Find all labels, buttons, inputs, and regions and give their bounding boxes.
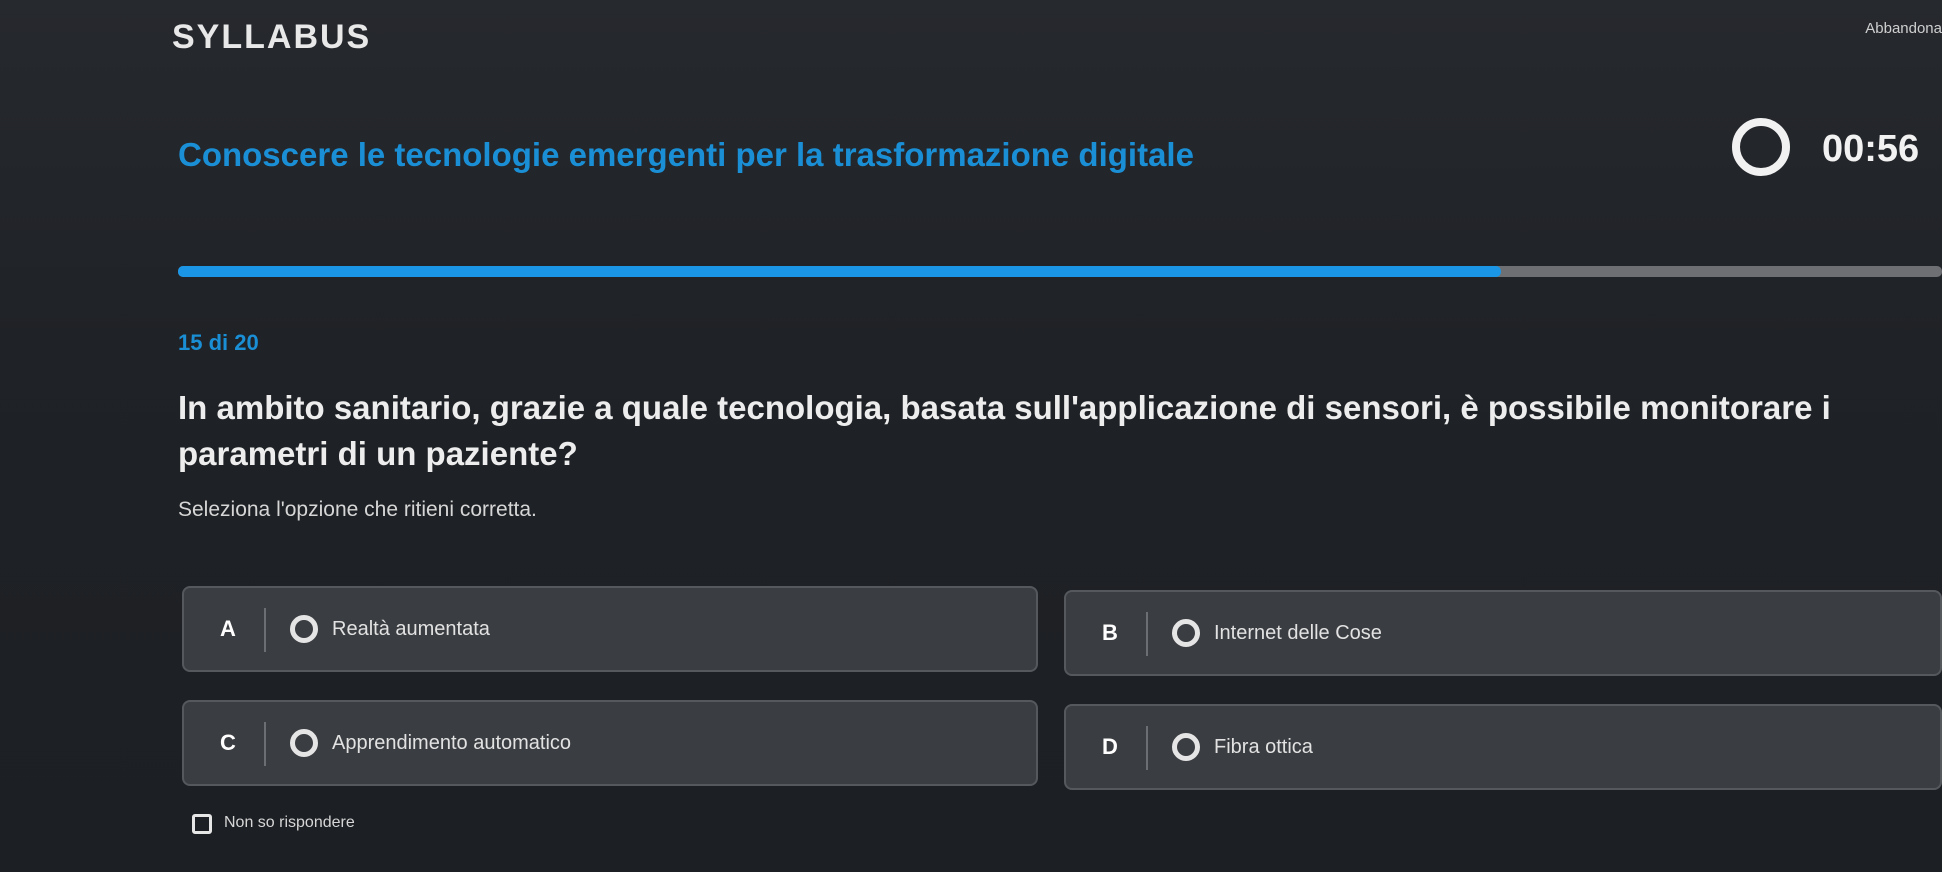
option-c[interactable]: C Apprendimento automatico	[182, 700, 1038, 786]
course-title: Conoscere le tecnologie emergenti per la…	[178, 136, 1194, 173]
option-label: Realtà aumentata	[332, 618, 490, 640]
timer-value: 00:56	[1822, 128, 1920, 170]
abandon-link[interactable]: Abbandona	[1865, 20, 1942, 37]
option-d[interactable]: D Fibra ottica	[1064, 704, 1942, 790]
option-divider	[264, 722, 266, 766]
question-instruction: Seleziona l'opzione che ritieni corretta…	[178, 498, 537, 521]
checkbox-icon[interactable]	[192, 814, 212, 834]
option-divider	[1146, 726, 1148, 770]
option-label: Internet delle Cose	[1214, 622, 1382, 644]
option-a[interactable]: A Realtà aumentata	[182, 586, 1038, 672]
question-text: In ambito sanitario, grazie a quale tecn…	[178, 389, 1831, 472]
option-letter: B	[1102, 620, 1118, 645]
progress-bar	[178, 266, 1942, 277]
radio-icon[interactable]	[290, 615, 318, 643]
option-divider	[1146, 612, 1148, 656]
radio-icon[interactable]	[1172, 733, 1200, 761]
option-label: Apprendimento automatico	[332, 732, 572, 754]
option-b[interactable]: B Internet delle Cose	[1064, 590, 1942, 676]
option-letter: C	[220, 730, 236, 755]
option-divider	[264, 608, 266, 652]
radio-icon[interactable]	[1172, 619, 1200, 647]
option-letter: D	[1102, 734, 1118, 759]
question-counter: 15 di 20	[178, 330, 259, 355]
progress-bar-fill	[178, 266, 1501, 277]
skip-label: Non so rispondere	[224, 814, 355, 831]
quiz-screen: SYLLABUS Abbandona Conoscere le tecnolog…	[0, 0, 1942, 872]
option-label: Fibra ottica	[1214, 736, 1313, 758]
option-letter: A	[220, 616, 236, 641]
syllabus-logo: SYLLABUS	[172, 18, 372, 56]
radio-icon[interactable]	[290, 729, 318, 757]
timer-ring-icon	[1732, 118, 1790, 176]
